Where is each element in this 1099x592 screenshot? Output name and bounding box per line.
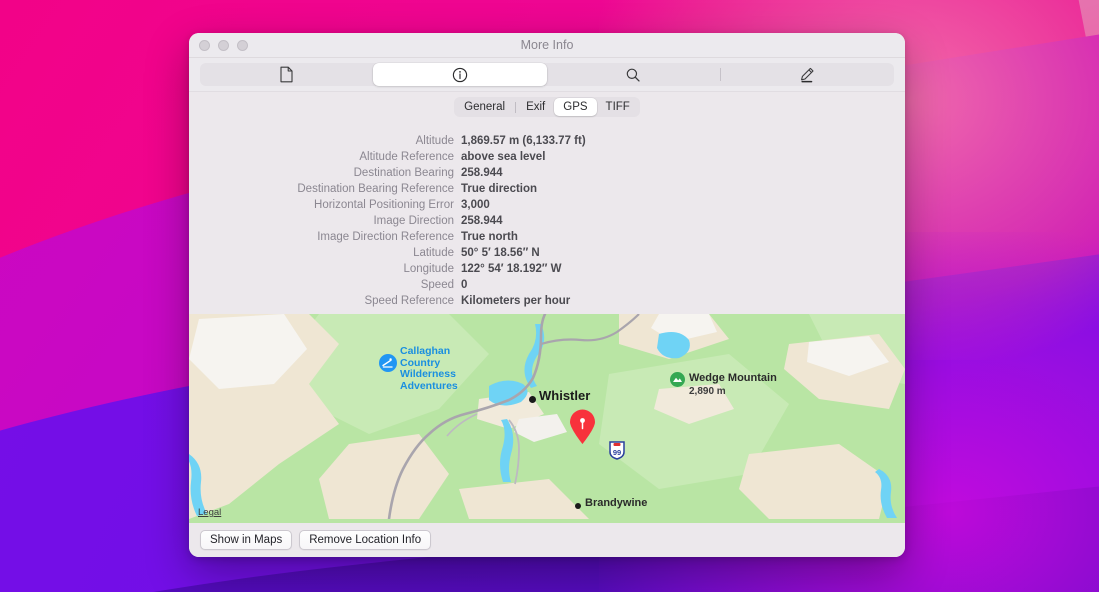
minimize-button[interactable] [218,39,229,51]
metadata-row: Destination Bearing Reference True direc… [189,181,905,197]
metadata-value: Kilometers per hour [461,295,571,307]
metadata-label: Destination Bearing Reference [297,183,454,195]
wedge-mountain-label: Wedge Mountain [689,372,777,384]
metadata-row: Altitude Reference above sea level [189,149,905,165]
desktop-wallpaper: More Info General Exif GPS TIFF Altitude… [0,0,1099,592]
brandywine-town-label: Brandywine [585,497,648,509]
markup-pencil-icon [798,66,816,84]
zoom-button[interactable] [237,39,248,51]
metadata-row: Latitude 50° 5′ 18.56″ N [189,245,905,261]
metadata-row: Longitude 122° 54′ 18.192″ W [189,261,905,277]
tab-gps[interactable]: GPS [554,98,597,116]
whistler-city-dot [529,396,536,403]
whistler-city-label: Whistler [539,388,591,403]
metadata-label: Speed [420,279,454,291]
tab-exif[interactable]: Exif [517,98,554,116]
metadata-row: Altitude 1,869.57 m (6,133.77 ft) [189,133,905,149]
poi-line-4: Adventures [400,379,458,392]
poi-line-1: Callaghan [400,345,451,357]
metadata-value: 3,000 [461,199,490,211]
legal-link[interactable]: Legal [198,507,221,518]
metadata-label: Latitude [413,247,454,259]
search-icon [625,67,641,83]
metadata-row: Horizontal Positioning Error 3,000 [189,197,905,213]
brandywine-town-dot [575,503,581,509]
toolbar-segment-markup[interactable] [721,63,894,86]
tab-general[interactable]: General [455,98,514,116]
gps-metadata-list: Altitude 1,869.57 m (6,133.77 ft) Altitu… [189,122,905,314]
document-icon [279,66,294,83]
remove-location-info-button[interactable]: Remove Location Info [299,530,432,550]
metadata-label: Speed Reference [364,295,454,307]
toolbar-segment-document[interactable] [200,63,373,86]
toolbar-segmented-control [200,63,894,86]
toolbar [189,58,905,92]
toolbar-segment-info[interactable] [373,63,547,86]
window-bottom-bar: Show in Maps Remove Location Info [189,523,905,557]
poi-line-3: Wilderness [400,368,456,380]
metadata-label: Destination Bearing [353,167,454,179]
metadata-value: True north [461,231,518,243]
metadata-row: Destination Bearing 258.944 [189,165,905,181]
metadata-value: 122° 54′ 18.192″ W [461,263,562,275]
metadata-row: Speed 0 [189,277,905,293]
location-map[interactable]: Callaghan Country Wilderness Adventures … [189,314,905,523]
tab-tiff[interactable]: TIFF [597,98,639,116]
metadata-label: Horizontal Positioning Error [314,199,454,211]
metadata-tabbar: General Exif GPS TIFF [189,92,905,122]
metadata-value: 258.944 [461,167,503,179]
mountain-peak-icon [670,372,685,387]
metadata-label: Longitude [403,263,454,275]
svg-text:99: 99 [613,448,621,457]
metadata-label: Image Direction Reference [317,231,454,243]
metadata-row: Image Direction Reference True north [189,229,905,245]
metadata-value: above sea level [461,151,546,163]
traffic-lights [189,39,248,51]
metadata-label: Altitude Reference [359,151,454,163]
metadata-value: 1,869.57 m (6,133.77 ft) [461,135,586,147]
info-icon [452,67,468,83]
highway-99-shield: 99 [608,440,626,461]
metadata-value: 0 [461,279,468,291]
metadata-label: Image Direction [373,215,454,227]
metadata-value: True direction [461,183,538,195]
toolbar-segment-search[interactable] [547,63,720,86]
metadata-value: 50° 5′ 18.56″ N [461,247,540,259]
more-info-window: More Info General Exif GPS TIFF Altitude… [189,33,905,557]
metadata-value: 258.944 [461,215,503,227]
map-terrain [189,314,905,519]
window-title: More Info [520,38,574,52]
metadata-row: Image Direction 258.944 [189,213,905,229]
wedge-mountain-elevation: 2,890 m [689,386,726,397]
metadata-label: Altitude [415,135,454,147]
tab-separator [515,101,517,113]
ski-poi-icon[interactable] [379,354,397,372]
location-pin[interactable] [569,409,596,445]
callaghan-poi-label: Callaghan Country Wilderness Adventures [400,345,458,392]
metadata-row: Speed Reference Kilometers per hour [189,293,905,309]
show-in-maps-button[interactable]: Show in Maps [200,530,293,550]
close-button[interactable] [199,39,210,51]
window-titlebar: More Info [189,33,905,58]
tab-group: General Exif GPS TIFF [454,97,640,117]
